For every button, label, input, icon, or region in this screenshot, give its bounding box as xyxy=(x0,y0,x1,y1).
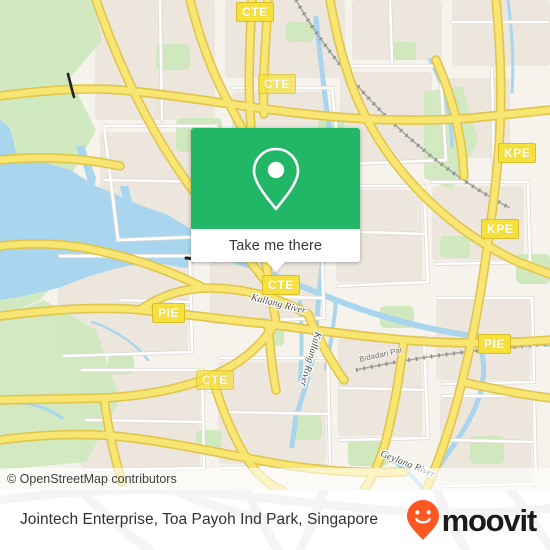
highway-shield-pie-east[interactable]: PIE xyxy=(478,334,512,354)
map-attribution-bar: © OpenStreetMap contributors xyxy=(0,468,550,490)
highway-shield-cte-north[interactable]: CTE xyxy=(236,2,274,22)
moovit-wordmark: moovit xyxy=(441,502,538,538)
location-callout-card[interactable]: Take me there xyxy=(191,128,360,272)
highway-shield-pie-west[interactable]: PIE xyxy=(152,303,186,323)
attribution-text[interactable]: © OpenStreetMap contributors xyxy=(0,472,177,486)
map-canvas[interactable]: Kallang River Kallang River Geylang Rive… xyxy=(0,0,550,490)
callout-pointer-tail xyxy=(265,261,286,272)
map-pin-icon xyxy=(252,147,299,210)
highway-shield-kpe-south[interactable]: KPE xyxy=(481,219,520,239)
callout-footer[interactable]: Take me there xyxy=(191,229,360,272)
take-me-there-label: Take me there xyxy=(228,237,323,254)
footer-bar: Jointech Enterprise, Toa Payoh Ind Park,… xyxy=(0,490,550,550)
highway-shield-cte-southwest[interactable]: CTE xyxy=(196,370,234,390)
map-screenshot-page: Kallang River Kallang River Geylang Rive… xyxy=(0,0,550,550)
moovit-brand-logo[interactable]: moovit xyxy=(406,499,538,541)
highway-shield-cte-center[interactable]: CTE xyxy=(262,275,300,295)
page-title: Jointech Enterprise, Toa Payoh Ind Park,… xyxy=(20,511,379,528)
callout-header xyxy=(191,128,360,229)
highway-shield-kpe-north[interactable]: KPE xyxy=(498,143,537,163)
moovit-smiley-pin-icon xyxy=(406,500,439,540)
highway-shield-cte-upper[interactable]: CTE xyxy=(258,74,296,94)
